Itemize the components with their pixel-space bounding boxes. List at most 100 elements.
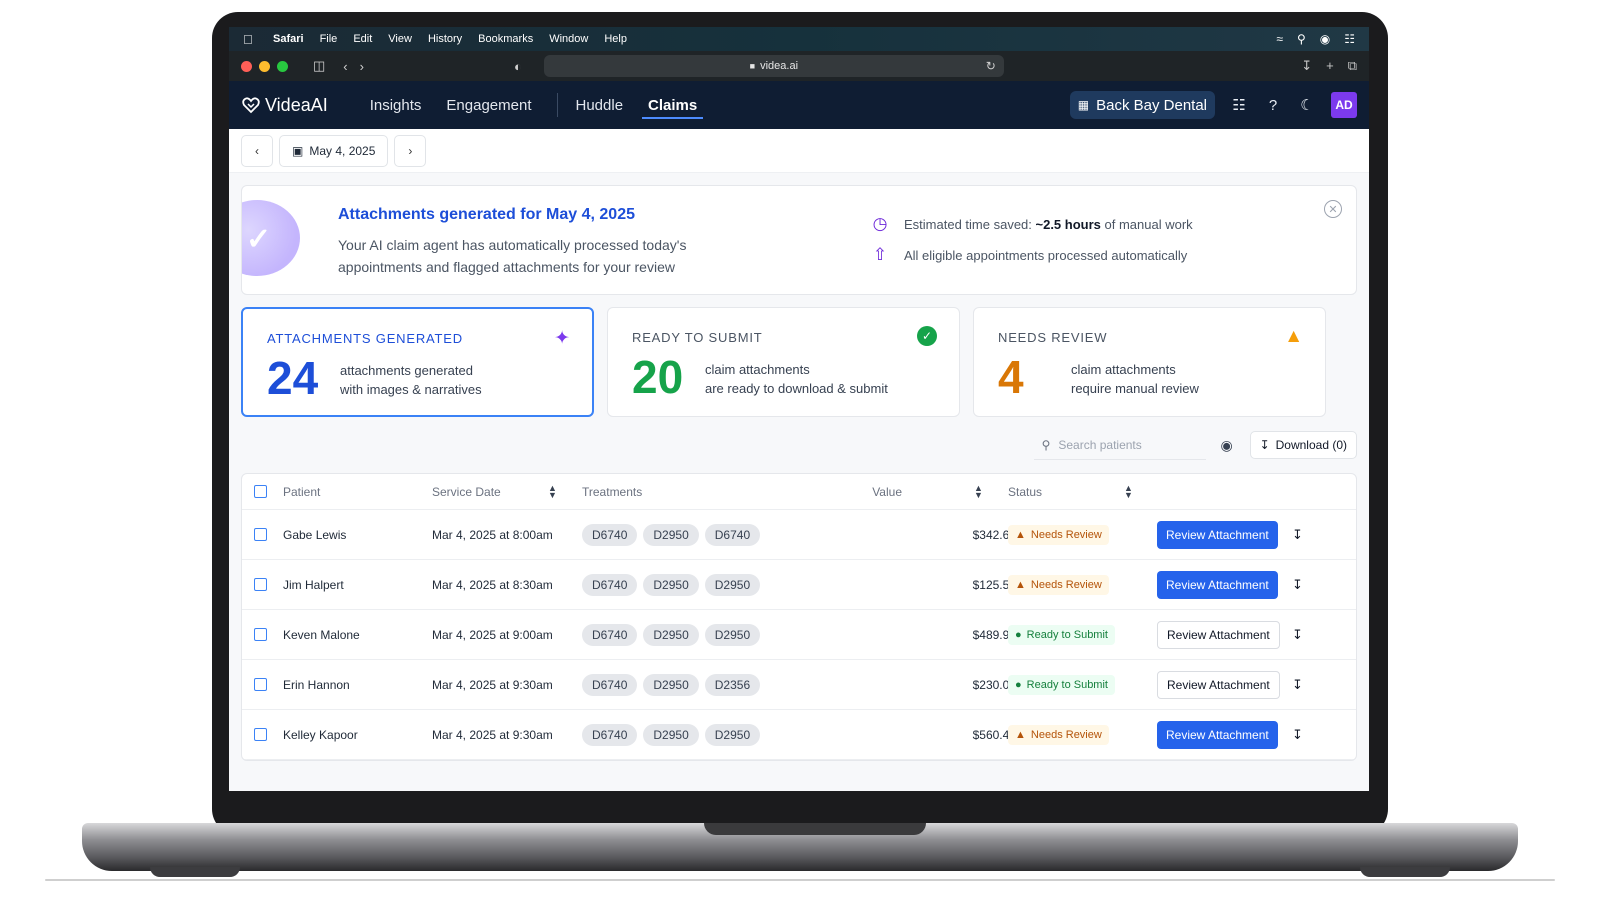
- back-icon[interactable]: ‹: [343, 59, 347, 74]
- menu-edit[interactable]: Edit: [353, 33, 372, 45]
- minimize-window-button[interactable]: [259, 60, 270, 72]
- date-picker-button[interactable]: ▣ May 4, 2025: [279, 134, 389, 167]
- download-icon[interactable]: ↧: [1292, 627, 1303, 643]
- sort-icon[interactable]: ▲ ▼: [974, 483, 983, 499]
- summary-banner: ✓ Attachments generated for May 4, 2025 …: [241, 185, 1357, 295]
- lock-icon: ■: [749, 61, 756, 71]
- card-needs-review[interactable]: NEEDS REVIEW 4 claim attachments require …: [973, 307, 1326, 417]
- app-header: VideaAI Insights Engagement Huddle Claim…: [229, 81, 1369, 129]
- treatment-chip: D2950: [643, 623, 699, 646]
- apple-icon[interactable]: : [243, 32, 257, 47]
- zoom-window-button[interactable]: [277, 60, 288, 72]
- nav-claims[interactable]: Claims: [642, 81, 704, 129]
- menu-app[interactable]: Safari: [273, 33, 304, 45]
- card-description: attachments generated with images & narra…: [340, 363, 482, 397]
- close-window-button[interactable]: [241, 60, 252, 72]
- review-attachment-button[interactable]: Review Attachment: [1157, 520, 1278, 549]
- claims-table: Patient Service Date ▲ ▼ Treatments Value…: [241, 473, 1357, 761]
- sort-icon[interactable]: ▲ ▼: [1124, 483, 1133, 499]
- menu-view[interactable]: View: [388, 33, 412, 45]
- review-attachment-button[interactable]: Review Attachment: [1157, 570, 1278, 599]
- sort-icon[interactable]: ▲ ▼: [548, 483, 557, 499]
- reload-icon[interactable]: ↻: [986, 59, 996, 73]
- spotlight-icon[interactable]: ⚲: [1297, 32, 1306, 46]
- control-center-icon[interactable]: ☷: [1344, 32, 1355, 46]
- status-badge: ▲ Needs Review: [1008, 524, 1109, 545]
- menu-help[interactable]: Help: [604, 33, 627, 45]
- search-input[interactable]: ⚲ Search patients: [1033, 430, 1206, 460]
- card-attachments-generated[interactable]: ATTACHMENTS GENERATED 24 attachments gen…: [241, 307, 594, 417]
- laptop-foot-left: [150, 867, 240, 877]
- address-bar[interactable]: ■ videa.ai ↻: [543, 55, 1004, 77]
- new-tab-icon[interactable]: +: [1326, 58, 1334, 74]
- treatment-chip: D2950: [643, 523, 699, 546]
- nav-engagement[interactable]: Engagement: [446, 81, 531, 129]
- close-banner-icon[interactable]: ✕: [1324, 200, 1342, 218]
- menu-bookmarks[interactable]: Bookmarks: [478, 33, 533, 45]
- check-circle-icon: ●: [1015, 628, 1022, 641]
- card-ready-to-submit[interactable]: READY TO SUBMIT 20 claim attachments are …: [607, 307, 960, 417]
- table-body: Gabe Lewis Mar 4, 2025 at 8:00am D6740 D295…: [242, 510, 1356, 760]
- warning-icon: ▲: [1015, 528, 1026, 541]
- nav-insights[interactable]: Insights: [370, 81, 422, 129]
- forward-icon[interactable]: ›: [360, 59, 364, 74]
- row-checkbox[interactable]: [254, 728, 267, 741]
- table-row[interactable]: Keven Malone Mar 4, 2025 at 9:00am D6740 D2…: [242, 610, 1356, 660]
- download-icon[interactable]: ↧: [1292, 727, 1303, 743]
- stat-cards: ATTACHMENTS GENERATED 24 attachments gen…: [241, 307, 1357, 417]
- review-attachment-button[interactable]: Review Attachment: [1157, 720, 1278, 749]
- patient-name: Jim Halpert: [283, 577, 344, 592]
- file-upload-icon: ⇧: [872, 245, 888, 264]
- status-badge: ▲ Needs Review: [1008, 574, 1109, 595]
- service-date: Mar 4, 2025 at 8:30am: [432, 577, 553, 592]
- logo-text: VideaAI: [265, 94, 328, 115]
- download-icon[interactable]: ↧: [1292, 577, 1303, 593]
- user-icon[interactable]: ◉: [1320, 32, 1330, 46]
- menu-file[interactable]: File: [320, 33, 338, 45]
- tabs-overview-icon[interactable]: ⧉: [1348, 58, 1357, 74]
- downloads-icon[interactable]: ↧: [1301, 58, 1312, 74]
- book-icon[interactable]: ☷: [1229, 96, 1249, 114]
- card-description: claim attachments are ready to download &…: [705, 362, 888, 396]
- row-checkbox[interactable]: [254, 678, 267, 691]
- shield-icon[interactable]: ◐: [514, 59, 522, 74]
- review-attachment-button[interactable]: Review Attachment: [1157, 620, 1280, 649]
- status-badge: ▲ Needs Review: [1008, 724, 1109, 745]
- next-date-button[interactable]: ›: [394, 134, 427, 167]
- download-icon[interactable]: ↧: [1292, 527, 1303, 543]
- select-all-checkbox[interactable]: [254, 485, 267, 498]
- row-checkbox[interactable]: [254, 528, 267, 541]
- help-icon[interactable]: ?: [1263, 97, 1283, 114]
- menu-window[interactable]: Window: [549, 33, 588, 45]
- table-row[interactable]: Jim Halpert Mar 4, 2025 at 8:30am D6740 D29…: [242, 560, 1356, 610]
- nav-huddle[interactable]: Huddle: [576, 81, 624, 129]
- office-selector[interactable]: ▦ Back Bay Dental: [1069, 91, 1215, 119]
- wifi-icon[interactable]: ≈: [1276, 32, 1283, 46]
- table-row[interactable]: Erin Hannon Mar 4, 2025 at 9:30am D6740 D29…: [242, 660, 1356, 710]
- row-checkbox[interactable]: [254, 578, 267, 591]
- prev-date-button[interactable]: ‹: [241, 134, 273, 167]
- logo[interactable]: VideaAI: [241, 95, 328, 116]
- download-button[interactable]: ↧ Download (0): [1249, 431, 1357, 459]
- col-patient[interactable]: Patient: [283, 485, 320, 499]
- avatar[interactable]: AD: [1331, 92, 1357, 118]
- eye-icon[interactable]: ◉: [1212, 437, 1242, 454]
- review-attachment-button[interactable]: Review Attachment: [1157, 670, 1280, 699]
- dark-mode-icon[interactable]: ☾: [1297, 96, 1317, 114]
- patient-name: Keven Malone: [283, 627, 360, 642]
- warning-icon: ▲: [1284, 326, 1303, 347]
- download-label: Download (0): [1275, 438, 1347, 452]
- table-row[interactable]: Gabe Lewis Mar 4, 2025 at 8:00am D6740 D295…: [242, 510, 1356, 560]
- col-service-date[interactable]: Service Date: [432, 485, 501, 499]
- nav-divider: [556, 93, 558, 117]
- row-checkbox[interactable]: [254, 628, 267, 641]
- table-row[interactable]: Kelley Kapoor Mar 4, 2025 at 9:30am D6740 D…: [242, 710, 1356, 760]
- menu-history[interactable]: History: [428, 33, 462, 45]
- col-status[interactable]: Status: [1008, 485, 1042, 499]
- office-name: Back Bay Dental: [1096, 96, 1207, 114]
- banner-text: Your AI claim agent has automatically pr…: [338, 237, 687, 275]
- sidebar-icon[interactable]: ◫: [313, 58, 325, 74]
- download-icon[interactable]: ↧: [1292, 677, 1303, 693]
- col-value[interactable]: Value: [872, 485, 902, 499]
- screen:  Safari File Edit View History Bookmark…: [229, 27, 1369, 791]
